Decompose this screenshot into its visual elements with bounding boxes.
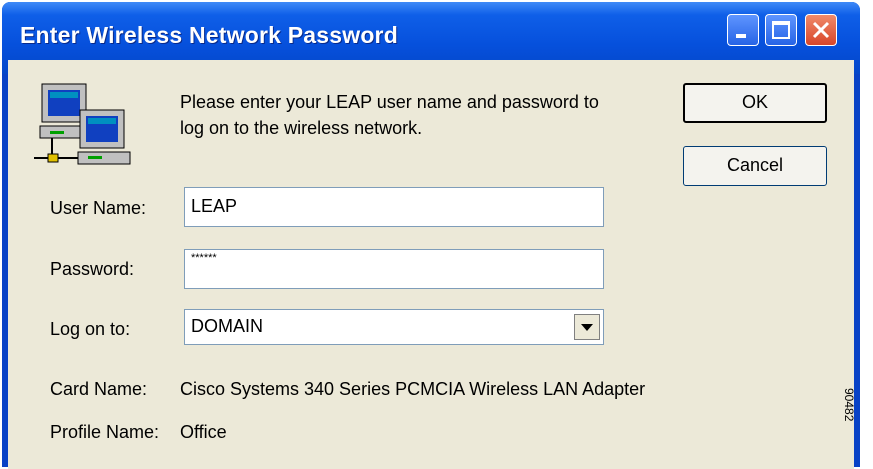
chevron-down-icon bbox=[581, 324, 593, 331]
close-icon bbox=[812, 21, 830, 39]
network-computers-icon bbox=[34, 83, 131, 165]
message-line-1: Please enter your LEAP user name and pas… bbox=[180, 92, 599, 112]
password-label: Password: bbox=[50, 259, 135, 279]
minimize-button[interactable] bbox=[727, 14, 759, 46]
maximize-icon bbox=[772, 21, 790, 39]
figure-code: 90482 bbox=[842, 388, 856, 422]
logon-select-value: DOMAIN bbox=[191, 316, 263, 336]
logon-dropdown-button[interactable] bbox=[574, 314, 600, 340]
logon-select[interactable]: DOMAIN bbox=[184, 309, 604, 345]
message-line-2: log on to the wireless network. bbox=[180, 118, 423, 138]
profile-name-label: Profile Name: bbox=[50, 422, 160, 442]
close-button[interactable] bbox=[805, 14, 837, 46]
minimize-icon bbox=[736, 34, 746, 38]
dialog-window: Enter Wireless Network Password Please e… bbox=[2, 2, 860, 469]
password-field[interactable]: ****** bbox=[184, 249, 604, 289]
logon-label: Log on to: bbox=[50, 319, 131, 339]
cancel-button[interactable]: Cancel bbox=[683, 146, 827, 186]
window-title: Enter Wireless Network Password bbox=[20, 22, 398, 48]
username-field[interactable]: LEAP bbox=[184, 187, 604, 227]
username-label: User Name: bbox=[50, 198, 147, 218]
maximize-button[interactable] bbox=[765, 14, 797, 46]
dialog-body: Please enter your LEAP user name and pas… bbox=[8, 60, 854, 469]
card-name-value: Cisco Systems 340 Series PCMCIA Wireless… bbox=[180, 379, 646, 399]
profile-name-value: Office bbox=[180, 422, 227, 442]
card-name-label: Card Name: bbox=[50, 379, 148, 399]
ok-button[interactable]: OK bbox=[683, 83, 827, 123]
